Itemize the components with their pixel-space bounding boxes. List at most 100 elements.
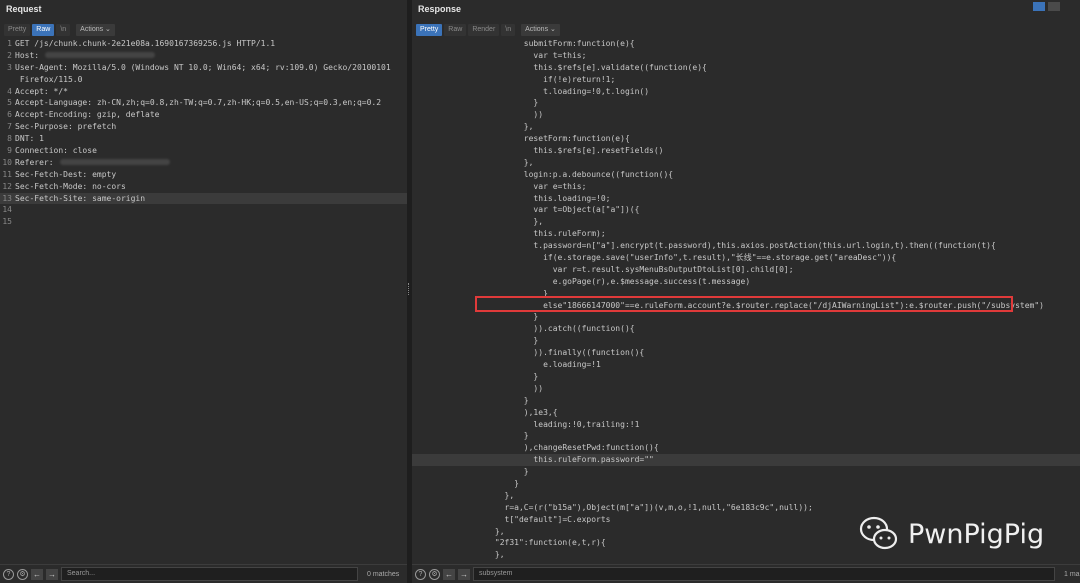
request-line: 9 Connection: close	[0, 145, 407, 157]
response-line: ),changeResetPwd:function(){	[412, 442, 1080, 454]
line-text: }	[466, 288, 548, 298]
response-line: this.$refs[e].validate((function(e){	[412, 62, 1080, 74]
request-tabs: Pretty Raw \n Actions ⌄	[4, 24, 115, 36]
response-line: }	[412, 395, 1080, 407]
split-view-icon[interactable]	[1033, 2, 1045, 11]
line-text: },	[466, 526, 505, 536]
tab-pretty[interactable]: Pretty	[416, 24, 443, 36]
response-line: this.loading=!0;	[412, 193, 1080, 205]
settings-icon[interactable]: ⚙	[17, 568, 28, 580]
line-text: },	[466, 122, 534, 132]
response-line: t.password=n["a"].encrypt(t.password),th…	[412, 240, 1080, 252]
next-match-button[interactable]: →	[46, 568, 58, 580]
redacted-value	[45, 52, 156, 59]
line-text: },	[466, 157, 534, 167]
line-text: var t=Object(a["a"])({	[466, 205, 640, 215]
request-line: 11 Sec-Fetch-Dest: empty	[0, 169, 407, 181]
request-search-bar: ? ⚙ ← → Search... 0 matches	[0, 564, 407, 583]
tab-newline[interactable]: \n	[501, 24, 516, 36]
line-text: }	[466, 395, 529, 405]
next-match-button[interactable]: →	[458, 568, 470, 580]
line-text: this.ruleForm.password=""	[466, 455, 654, 465]
response-line: t.loading=!0,t.login()	[412, 86, 1080, 98]
tab-raw[interactable]: Raw	[444, 24, 467, 36]
line-number: 4	[7, 86, 12, 96]
response-line: e.goPage(r),e.$message.success(t.message…	[412, 276, 1080, 288]
line-text: resetForm:function(e){	[466, 134, 630, 144]
line-text: },	[466, 550, 505, 560]
line-number: 3	[7, 62, 12, 72]
response-line: },	[412, 121, 1080, 133]
response-line: this.ruleForm);	[412, 228, 1080, 240]
line-number: 5	[7, 98, 12, 108]
line-text: login:p.a.debounce((function(){	[466, 169, 674, 179]
line-number: 11	[2, 169, 12, 179]
response-line: submitForm:function(e){	[412, 38, 1080, 50]
line-text: Sec-Fetch-Site: same-origin	[15, 193, 146, 203]
line-number: 6	[7, 110, 12, 120]
help-icon[interactable]: ?	[3, 568, 14, 580]
line-text: this.loading=!0;	[466, 193, 611, 203]
actions-dropdown[interactable]: Actions ⌄	[76, 24, 115, 36]
line-text: leading:!0,trailing:!1	[466, 419, 640, 429]
tab-pretty[interactable]: Pretty	[4, 24, 31, 36]
response-line: }	[412, 311, 1080, 323]
line-number: 13	[2, 193, 12, 203]
response-line: var t=Object(a["a"])({	[412, 204, 1080, 216]
tab-render[interactable]: Render	[468, 24, 500, 36]
request-line: 12 Sec-Fetch-Mode: no-cors	[0, 181, 407, 193]
line-text: var t=this;	[466, 50, 587, 60]
line-text: if(e.storage.save("userInfo",t.result),"…	[466, 253, 897, 263]
request-line: 13 Sec-Fetch-Site: same-origin	[0, 192, 407, 205]
response-editor[interactable]: submitForm:function(e){ var t=this; this…	[412, 38, 1080, 565]
search-input[interactable]: Search...	[61, 567, 358, 581]
prev-match-button[interactable]: ←	[443, 568, 455, 580]
settings-icon[interactable]: ⚙	[429, 568, 440, 580]
line-text: if(!e)return!1;	[466, 74, 616, 84]
request-pane: Request Pretty Raw \n Actions ⌄ 1 GET /js…	[0, 0, 407, 583]
line-text: this.$refs[e].resetFields()	[466, 146, 664, 156]
stacked-view-icon[interactable]	[1048, 2, 1060, 11]
help-icon[interactable]: ?	[415, 568, 426, 580]
line-text: var e=this;	[466, 181, 587, 191]
response-line: var r=t.result.sysMenuBsOutputDtoList[0]…	[412, 264, 1080, 276]
line-number: 8	[7, 134, 12, 144]
line-number: 15	[2, 217, 12, 227]
response-line: this.ruleForm.password=""	[412, 454, 1080, 467]
line-text: Sec-Purpose: prefetch	[15, 122, 117, 132]
request-line: 3 User-Agent: Mozilla/5.0 (Windows NT 10.…	[0, 62, 407, 74]
line-text: var r=t.result.sysMenuBsOutputDtoList[0]…	[466, 264, 794, 274]
line-text: e.loading=!1	[466, 360, 601, 370]
line-text: ),changeResetPwd:function(){	[466, 443, 659, 453]
response-line: )).catch((function(){	[412, 323, 1080, 335]
prev-match-button[interactable]: ←	[31, 568, 43, 580]
response-line: }	[412, 335, 1080, 347]
search-input[interactable]: subsystem	[473, 567, 1055, 581]
response-line: ))	[412, 383, 1080, 395]
line-number: 10	[2, 157, 12, 167]
response-line: }	[412, 371, 1080, 383]
line-text: t.loading=!0,t.login()	[466, 86, 650, 96]
line-text: )).finally((function(){	[466, 348, 645, 358]
line-text: Sec-Fetch-Mode: no-cors	[15, 181, 126, 191]
tab-raw[interactable]: Raw	[32, 24, 55, 36]
watermark-text: PwnPigPig	[908, 518, 1045, 550]
line-text: t["default"]=C.exports	[466, 514, 611, 524]
line-text: }	[466, 98, 539, 108]
response-line: },	[412, 216, 1080, 228]
wechat-icon	[859, 516, 898, 550]
line-text: ))	[466, 110, 544, 120]
line-text: User-Agent: Mozilla/5.0 (Windows NT 10.0…	[15, 62, 391, 72]
response-title: Response	[418, 4, 462, 14]
line-text: Accept-Language: zh-CN,zh;q=0.8,zh-TW;q=…	[15, 98, 382, 108]
tab-newline[interactable]: \n	[56, 24, 71, 36]
request-line: 10 Referer:	[0, 157, 407, 169]
request-editor[interactable]: 1 GET /js/chunk.chunk-2e21e08a.1690167369…	[0, 38, 407, 565]
response-line: },	[412, 490, 1080, 502]
line-text: this.$refs[e].validate((function(e){	[466, 62, 707, 72]
line-text: )).catch((function(){	[466, 324, 635, 334]
response-line: }	[412, 288, 1080, 300]
response-line: r=a,C=(r("b15a"),Object(m["a"])(v,m,o,!1…	[412, 502, 1080, 514]
line-text: }	[466, 478, 519, 488]
actions-dropdown[interactable]: Actions ⌄	[521, 24, 560, 36]
